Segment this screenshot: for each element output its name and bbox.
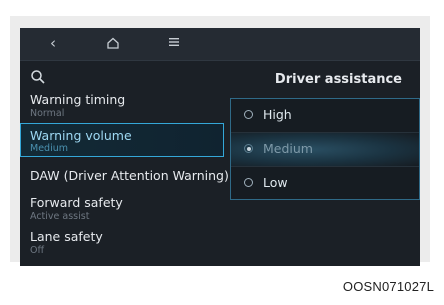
- radio-button[interactable]: [244, 110, 253, 119]
- option-medium[interactable]: Medium: [231, 133, 419, 166]
- option-low[interactable]: Low: [231, 167, 419, 200]
- chevron-left-icon[interactable]: ‹: [50, 35, 56, 51]
- options-panel: Driver assistance High Medium Low: [230, 64, 420, 266]
- search-icon[interactable]: [30, 69, 46, 85]
- settings-list: Warning timing Normal Warning volume Med…: [20, 64, 229, 266]
- option-label: Medium: [263, 141, 313, 156]
- item-value: Active assist: [30, 211, 90, 222]
- top-navigation-bar: ‹: [20, 28, 420, 61]
- item-value: Normal: [30, 108, 65, 119]
- figure-code: OOSN071027L: [342, 279, 434, 294]
- item-label: Forward safety: [30, 195, 123, 210]
- list-item-warning-timing[interactable]: Warning timing Normal: [20, 92, 224, 122]
- radio-button-selected[interactable]: [244, 144, 253, 153]
- option-label: Low: [263, 175, 288, 190]
- option-label: High: [263, 107, 292, 122]
- option-high[interactable]: High: [231, 99, 419, 132]
- menu-icon[interactable]: [168, 35, 180, 51]
- item-value: Medium: [30, 143, 68, 154]
- item-value: Off: [30, 245, 45, 256]
- item-label: Lane safety: [30, 229, 103, 244]
- panel-title: Driver assistance: [274, 72, 402, 87]
- list-item-warning-volume[interactable]: Warning volume Medium: [20, 123, 224, 157]
- radio-group: High Medium Low: [230, 98, 420, 200]
- search-row: [20, 64, 224, 90]
- infotainment-screen: ‹ Warning timing Normal Warning volume M…: [20, 28, 420, 266]
- radio-button[interactable]: [244, 178, 253, 187]
- list-item-lane-safety[interactable]: Lane safety Off: [20, 229, 224, 259]
- list-item-daw[interactable]: DAW (Driver Attention Warning): [20, 168, 229, 190]
- item-label: DAW (Driver Attention Warning): [30, 168, 229, 183]
- home-icon[interactable]: [106, 36, 120, 53]
- list-item-forward-safety[interactable]: Forward safety Active assist: [20, 195, 224, 225]
- item-label: Warning volume: [30, 128, 132, 143]
- item-label: Warning timing: [30, 92, 126, 107]
